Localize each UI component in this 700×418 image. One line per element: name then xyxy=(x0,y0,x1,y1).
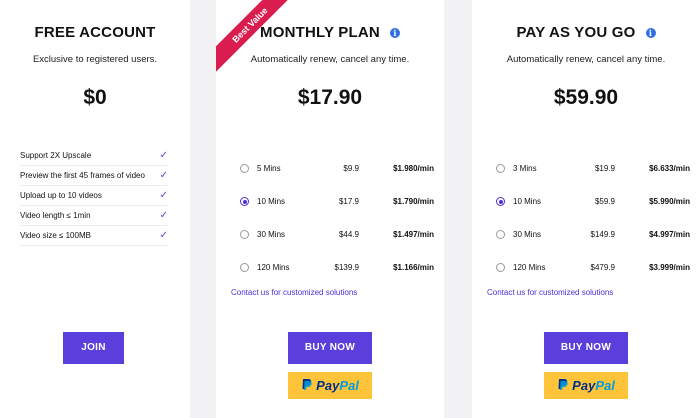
pay-as-you-go-title-row: PAY AS YOU GO i xyxy=(472,24,700,41)
option-price: $139.9 xyxy=(334,263,359,272)
paypal-pay-text: Pay xyxy=(572,378,596,393)
pay-as-you-go-price: $59.90 xyxy=(553,86,619,109)
radio-button[interactable] xyxy=(240,164,249,173)
paypal-icon xyxy=(301,378,312,394)
check-icon: ✓ xyxy=(159,210,168,221)
free-account-price: $0 xyxy=(83,86,107,109)
paypal-icon xyxy=(557,378,568,394)
pay-as-you-go-title: PAY AS YOU GO xyxy=(516,24,636,41)
option-duration: 3 Mins xyxy=(513,164,537,173)
pay-as-you-go-card: PAY AS YOU GO i Automatically renew, can… xyxy=(472,0,700,418)
option-rate: $1.790/min xyxy=(393,197,434,206)
option-duration: 30 Mins xyxy=(257,230,286,239)
option-rate: $1.980/min xyxy=(393,164,434,173)
option-price: $44.9 xyxy=(338,230,359,239)
option-duration: 120 Mins xyxy=(257,263,290,272)
paypal-button[interactable]: PayPal xyxy=(288,372,372,399)
feature-item: Upload up to 10 videos ✓ xyxy=(20,186,168,206)
monthly-plan-card: Best Value MONTHLY PLAN i Automatically … xyxy=(216,0,444,418)
radio-button[interactable] xyxy=(240,230,249,239)
option-price: $149.9 xyxy=(590,230,615,239)
option-price: $17.9 xyxy=(338,197,359,206)
paypal-pal-text: Pal xyxy=(595,378,615,393)
radio-button[interactable] xyxy=(496,164,505,173)
radio-button[interactable] xyxy=(496,263,505,272)
paypal-pal-text: Pal xyxy=(339,378,359,393)
option-rate: $1.497/min xyxy=(393,230,434,239)
option-duration: 10 Mins xyxy=(257,197,286,206)
feature-list: Support 2X Upscale ✓ Preview the first 4… xyxy=(20,146,168,246)
feature-item: Support 2X Upscale ✓ xyxy=(20,146,168,166)
paypal-logo-text: PayPal xyxy=(572,378,615,393)
contact-link[interactable]: Contact us for customized solutions xyxy=(487,288,613,297)
monthly-plan-price: $17.90 xyxy=(297,86,363,109)
buy-now-button[interactable]: BUY NOW xyxy=(288,332,372,364)
monthly-plan-subtitle: Automatically renew, cancel any time. xyxy=(250,54,410,65)
monthly-plan-title: MONTHLY PLAN xyxy=(260,24,380,41)
plan-option[interactable]: 30 Mins $149.9 $4.997/min xyxy=(496,218,690,251)
free-account-title: FREE ACCOUNT xyxy=(34,24,156,41)
paypal-pay-text: Pay xyxy=(316,378,340,393)
paypal-button[interactable]: PayPal xyxy=(544,372,628,399)
feature-item: Video size ≤ 100MB ✓ xyxy=(20,226,168,246)
feature-label: Video length ≤ 1min xyxy=(20,211,91,220)
plan-option[interactable]: 30 Mins $44.9 $1.497/min xyxy=(240,218,434,251)
contact-link[interactable]: Contact us for customized solutions xyxy=(231,288,357,297)
check-icon: ✓ xyxy=(159,150,168,161)
option-rate: $3.999/min xyxy=(649,263,690,272)
info-icon[interactable]: i xyxy=(645,27,656,38)
option-duration: 5 Mins xyxy=(257,164,281,173)
pay-as-you-go-subtitle: Automatically renew, cancel any time. xyxy=(506,54,666,65)
option-price: $59.9 xyxy=(594,197,615,206)
check-icon: ✓ xyxy=(159,230,168,241)
buy-now-button[interactable]: BUY NOW xyxy=(544,332,628,364)
option-price: $479.9 xyxy=(590,263,615,272)
radio-button[interactable] xyxy=(496,230,505,239)
radio-button[interactable] xyxy=(496,197,505,206)
option-price: $9.9 xyxy=(343,164,359,173)
join-button[interactable]: JOIN xyxy=(63,332,124,364)
feature-label: Upload up to 10 videos xyxy=(20,191,102,200)
paypal-logo-text: PayPal xyxy=(316,378,359,393)
monthly-plan-title-row: MONTHLY PLAN i xyxy=(216,24,444,41)
feature-item: Video length ≤ 1min ✓ xyxy=(20,206,168,226)
free-account-subtitle: Exclusive to registered users. xyxy=(32,54,158,65)
option-duration: 10 Mins xyxy=(513,197,542,206)
option-duration: 120 Mins xyxy=(513,263,546,272)
option-price: $19.9 xyxy=(594,164,615,173)
check-icon: ✓ xyxy=(159,170,168,181)
option-rate: $5.990/min xyxy=(649,197,690,206)
option-duration: 30 Mins xyxy=(513,230,542,239)
info-icon[interactable]: i xyxy=(389,27,400,38)
option-rate: $1.166/min xyxy=(393,263,434,272)
option-rate: $6.633/min xyxy=(649,164,690,173)
check-icon: ✓ xyxy=(159,190,168,201)
radio-button[interactable] xyxy=(240,197,249,206)
feature-label: Preview the first 45 frames of video xyxy=(20,171,145,180)
option-rate: $4.997/min xyxy=(649,230,690,239)
plan-option[interactable]: 5 Mins $9.9 $1.980/min xyxy=(240,152,434,185)
plan-option[interactable]: 3 Mins $19.9 $6.633/min xyxy=(496,152,690,185)
plan-option[interactable]: 120 Mins $139.9 $1.166/min xyxy=(240,251,434,284)
plan-options: 5 Mins $9.9 $1.980/min 10 Mins $17.9 $1.… xyxy=(240,152,434,284)
free-account-card: FREE ACCOUNT Exclusive to registered use… xyxy=(0,0,190,418)
plan-option[interactable]: 120 Mins $479.9 $3.999/min xyxy=(496,251,690,284)
plan-option[interactable]: 10 Mins $59.9 $5.990/min xyxy=(496,185,690,218)
plan-options: 3 Mins $19.9 $6.633/min 10 Mins $59.9 $5… xyxy=(496,152,690,284)
radio-button[interactable] xyxy=(240,263,249,272)
feature-label: Support 2X Upscale xyxy=(20,151,92,160)
feature-item: Preview the first 45 frames of video ✓ xyxy=(20,166,168,186)
plan-option[interactable]: 10 Mins $17.9 $1.790/min xyxy=(240,185,434,218)
feature-label: Video size ≤ 100MB xyxy=(20,231,91,240)
